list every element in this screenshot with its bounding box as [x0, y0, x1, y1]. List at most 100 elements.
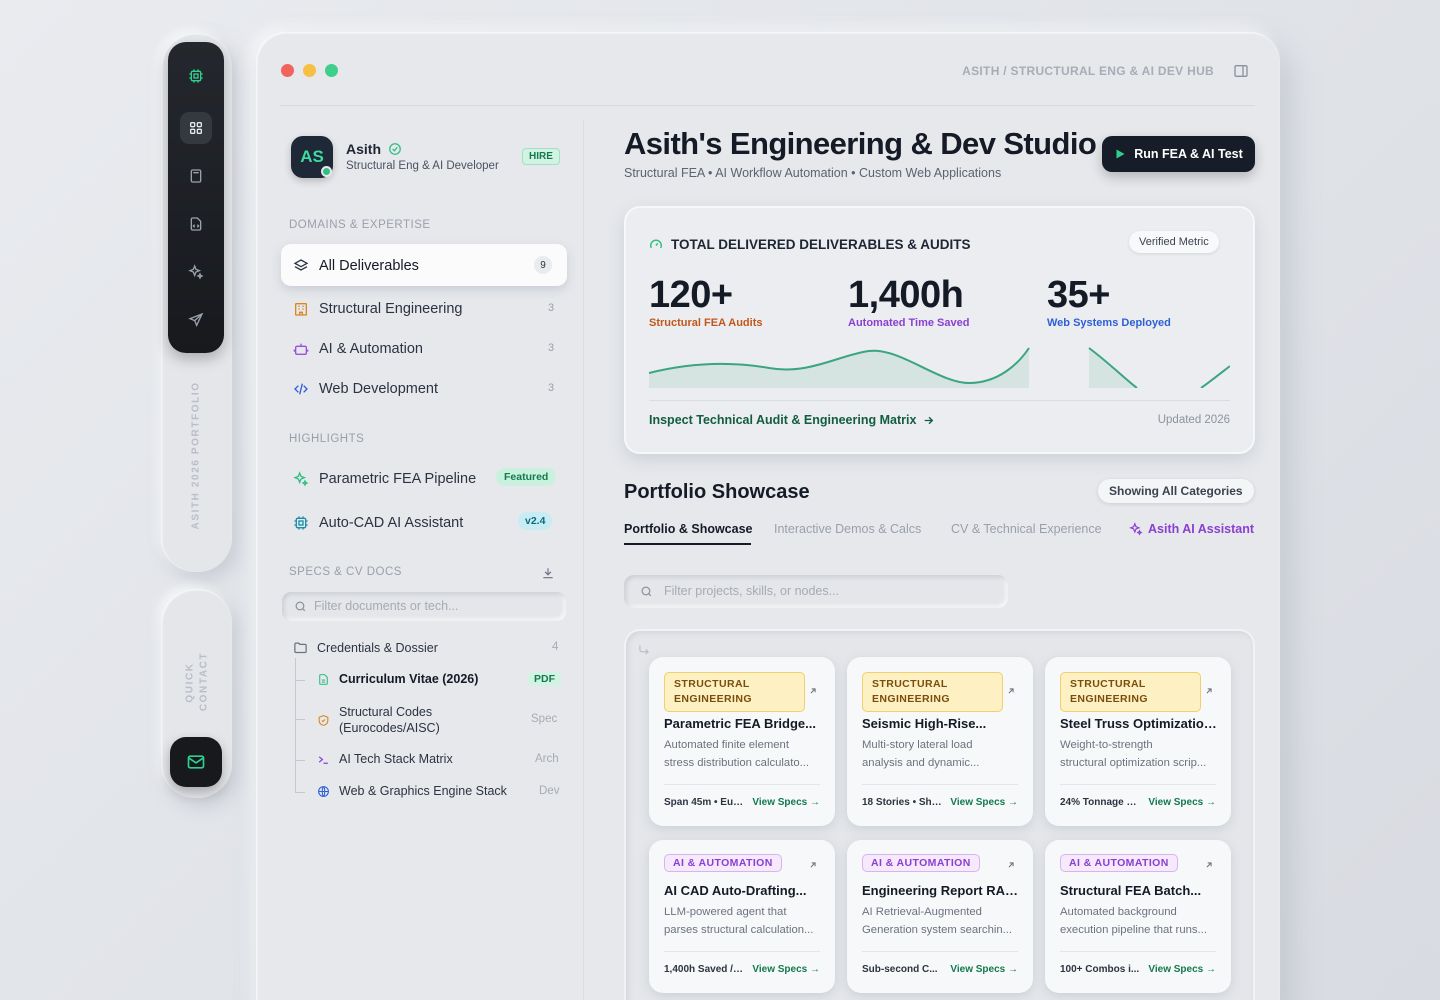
- shield-icon: [318, 715, 329, 726]
- category-filter-chip[interactable]: Showing All Categories: [1098, 479, 1254, 503]
- tree-tick: [295, 680, 305, 681]
- docs-filter-input[interactable]: Filter documents or tech...: [282, 592, 566, 621]
- stats-divider: [649, 400, 1230, 401]
- globe-icon: [318, 785, 329, 797]
- project-card[interactable]: STRUCTURAL ENGINEERING Seismic High-Rise.…: [847, 657, 1033, 826]
- sidebar-divider: [583, 120, 584, 1000]
- online-status-dot: [321, 166, 332, 177]
- arrow-up-right-icon[interactable]: [1006, 860, 1016, 870]
- arrow-up-right-icon[interactable]: [1204, 860, 1214, 870]
- inspect-audit-link[interactable]: Inspect Technical Audit & Engineering Ma…: [649, 413, 935, 427]
- tab-cv-experience[interactable]: CV & Technical Experience: [951, 522, 1102, 536]
- stat-value-web-systems: 35+: [1047, 274, 1110, 316]
- sparkles-icon[interactable]: [180, 256, 212, 288]
- highlight-autocad-ai[interactable]: Auto-CAD AI Assistant: [293, 513, 463, 533]
- grid-icon[interactable]: [180, 112, 212, 144]
- doc-structural-codes[interactable]: Structural Codes (Eurocodes/AISC): [317, 704, 440, 736]
- arrow-up-right-icon[interactable]: [808, 686, 818, 696]
- view-specs-link[interactable]: View Specs →: [950, 797, 1018, 808]
- doc-curriculum-vitae[interactable]: Curriculum Vitae (2026): [317, 672, 478, 686]
- minimize-dot[interactable]: [303, 64, 316, 77]
- card-footer: 100+ Combos i... View Specs →: [1060, 964, 1216, 975]
- card-description: Automated finite element stress distribut…: [664, 739, 810, 769]
- folder-count: 4: [552, 641, 559, 653]
- code-icon: [294, 383, 308, 395]
- arch-tag: Arch: [535, 753, 559, 765]
- view-specs-link[interactable]: View Specs →: [950, 964, 1018, 975]
- corner-down-right-icon: [639, 645, 649, 655]
- nav-label-all-deliverables[interactable]: All Deliverables: [293, 256, 419, 276]
- nav-item-web-development[interactable]: Web Development: [293, 379, 438, 399]
- verified-metric-chip: Verified Metric: [1129, 231, 1219, 253]
- close-dot[interactable]: [281, 64, 294, 77]
- card-footer: Span 45m • Eur... View Specs →: [664, 797, 820, 808]
- mail-button[interactable]: [170, 737, 222, 787]
- arrow-up-right-icon[interactable]: [1006, 686, 1016, 696]
- tab-portfolio[interactable]: Portfolio & Showcase: [624, 522, 753, 536]
- stat-label-fea-audits: Structural FEA Audits: [649, 317, 763, 329]
- arrow-up-right-icon[interactable]: [808, 860, 818, 870]
- project-card[interactable]: STRUCTURAL ENGINEERING Parametric FEA Bri…: [649, 657, 835, 826]
- card-description: Weight-to-strength structural optimizatio…: [1060, 739, 1207, 769]
- project-card[interactable]: AI & AUTOMATION AI CAD Auto-Drafting... …: [649, 840, 835, 993]
- nav-count-ai: 3: [548, 342, 555, 354]
- docs-section-label: SPECS & CV DOCS: [289, 566, 402, 578]
- nav-item-structural-engineering[interactable]: Structural Engineering: [293, 299, 462, 319]
- card-footer: 1,400h Saved / ... View Specs →: [664, 964, 820, 975]
- active-tab-indicator: [624, 543, 751, 545]
- view-specs-link[interactable]: View Specs →: [752, 964, 820, 975]
- file-text-icon: [319, 673, 328, 685]
- download-icon[interactable]: [541, 566, 555, 580]
- card-divider: [862, 784, 1018, 785]
- profile-role: Structural Eng & AI Developer: [346, 160, 499, 172]
- card-description: Automated background execution pipeline t…: [1060, 906, 1207, 936]
- arrow-up-right-icon[interactable]: [1204, 686, 1214, 696]
- tree-connector: [295, 658, 296, 792]
- nav-item-ai-automation[interactable]: AI & Automation: [293, 339, 423, 359]
- robot-icon: [293, 343, 309, 355]
- spec-tag: Spec: [531, 713, 558, 725]
- tree-tick: [295, 719, 305, 720]
- card-description: Multi-story lateral load analysis and dyn…: [862, 739, 980, 769]
- calculator-icon[interactable]: [180, 160, 212, 192]
- cpu-icon[interactable]: [180, 60, 212, 92]
- card-meta: 100+ Combos i...: [1060, 964, 1140, 975]
- doc-ai-tech-stack[interactable]: AI Tech Stack Matrix: [317, 752, 453, 766]
- card-meta: 1,400h Saved / ...: [664, 964, 744, 975]
- hire-badge[interactable]: HIRE: [522, 148, 560, 165]
- sidebar-toggle-icon[interactable]: [1233, 63, 1249, 79]
- view-specs-link[interactable]: View Specs →: [1148, 797, 1216, 808]
- search-icon: [641, 586, 652, 597]
- project-card[interactable]: STRUCTURAL ENGINEERING Steel Truss Optimi…: [1045, 657, 1231, 826]
- profile-name: Asith: [346, 141, 402, 157]
- nav-count-web: 3: [548, 382, 555, 394]
- run-test-button[interactable]: Run FEA & AI Test: [1102, 136, 1255, 172]
- showcase-title: Portfolio Showcase: [624, 481, 810, 503]
- card-divider: [862, 951, 1018, 952]
- file-code-icon[interactable]: [180, 208, 212, 240]
- tab-interactive-demos[interactable]: Interactive Demos & Calcs: [774, 522, 921, 536]
- category-tag: AI & AUTOMATION: [664, 854, 782, 872]
- contact-label: CONTACT: [198, 651, 210, 712]
- maximize-dot[interactable]: [325, 64, 338, 77]
- dev-tag: Dev: [539, 785, 560, 797]
- nav-count-all: 9: [534, 256, 552, 274]
- layers-icon: [293, 259, 309, 271]
- stats-title: TOTAL DELIVERED DELIVERABLES & AUDITS: [649, 237, 971, 252]
- featured-badge: Featured: [496, 468, 557, 486]
- sparkles-icon: [1129, 522, 1143, 536]
- highlight-parametric-fea[interactable]: Parametric FEA Pipeline: [293, 469, 476, 489]
- view-specs-link[interactable]: View Specs →: [1148, 964, 1216, 975]
- folder-credentials[interactable]: Credentials & Dossier: [293, 640, 438, 655]
- view-specs-link[interactable]: View Specs →: [752, 797, 820, 808]
- building-icon: [295, 303, 307, 316]
- tab-ai-assistant[interactable]: Asith AI Assistant: [1129, 522, 1254, 536]
- project-card[interactable]: AI & AUTOMATION Structural FEA Batch... …: [1045, 840, 1231, 993]
- doc-web-graphics-stack[interactable]: Web & Graphics Engine Stack: [317, 784, 507, 798]
- highlights-section-label: HIGHLIGHTS: [289, 433, 365, 445]
- send-icon[interactable]: [180, 304, 212, 336]
- tree-tick: [295, 792, 305, 793]
- project-card[interactable]: AI & AUTOMATION Engineering Report RAG..…: [847, 840, 1033, 993]
- project-search-input[interactable]: Filter projects, skills, or nodes...: [624, 575, 1008, 608]
- search-icon: [295, 601, 306, 612]
